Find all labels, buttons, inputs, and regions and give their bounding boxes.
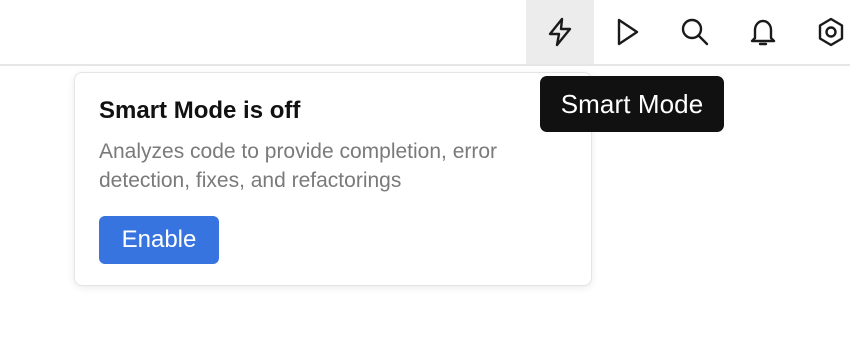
notifications-button[interactable] [730,0,796,64]
smart-mode-tooltip: Smart Mode [540,76,724,132]
bell-icon [750,19,776,46]
toolbar [0,0,850,66]
enable-button[interactable]: Enable [99,216,219,264]
run-button[interactable] [594,0,660,64]
lightning-icon [548,17,572,47]
popup-title: Smart Mode is off [99,97,301,124]
popup-description: Analyzes code to provide completion, err… [99,140,498,192]
smart-mode-button[interactable] [526,0,594,64]
settings-button[interactable] [798,0,850,64]
gear-icon [818,17,844,47]
search-icon [681,18,709,46]
smart-mode-popup: Smart Mode is off Analyzes code to provi… [74,72,592,286]
play-icon [617,18,639,46]
search-button[interactable] [662,0,728,64]
